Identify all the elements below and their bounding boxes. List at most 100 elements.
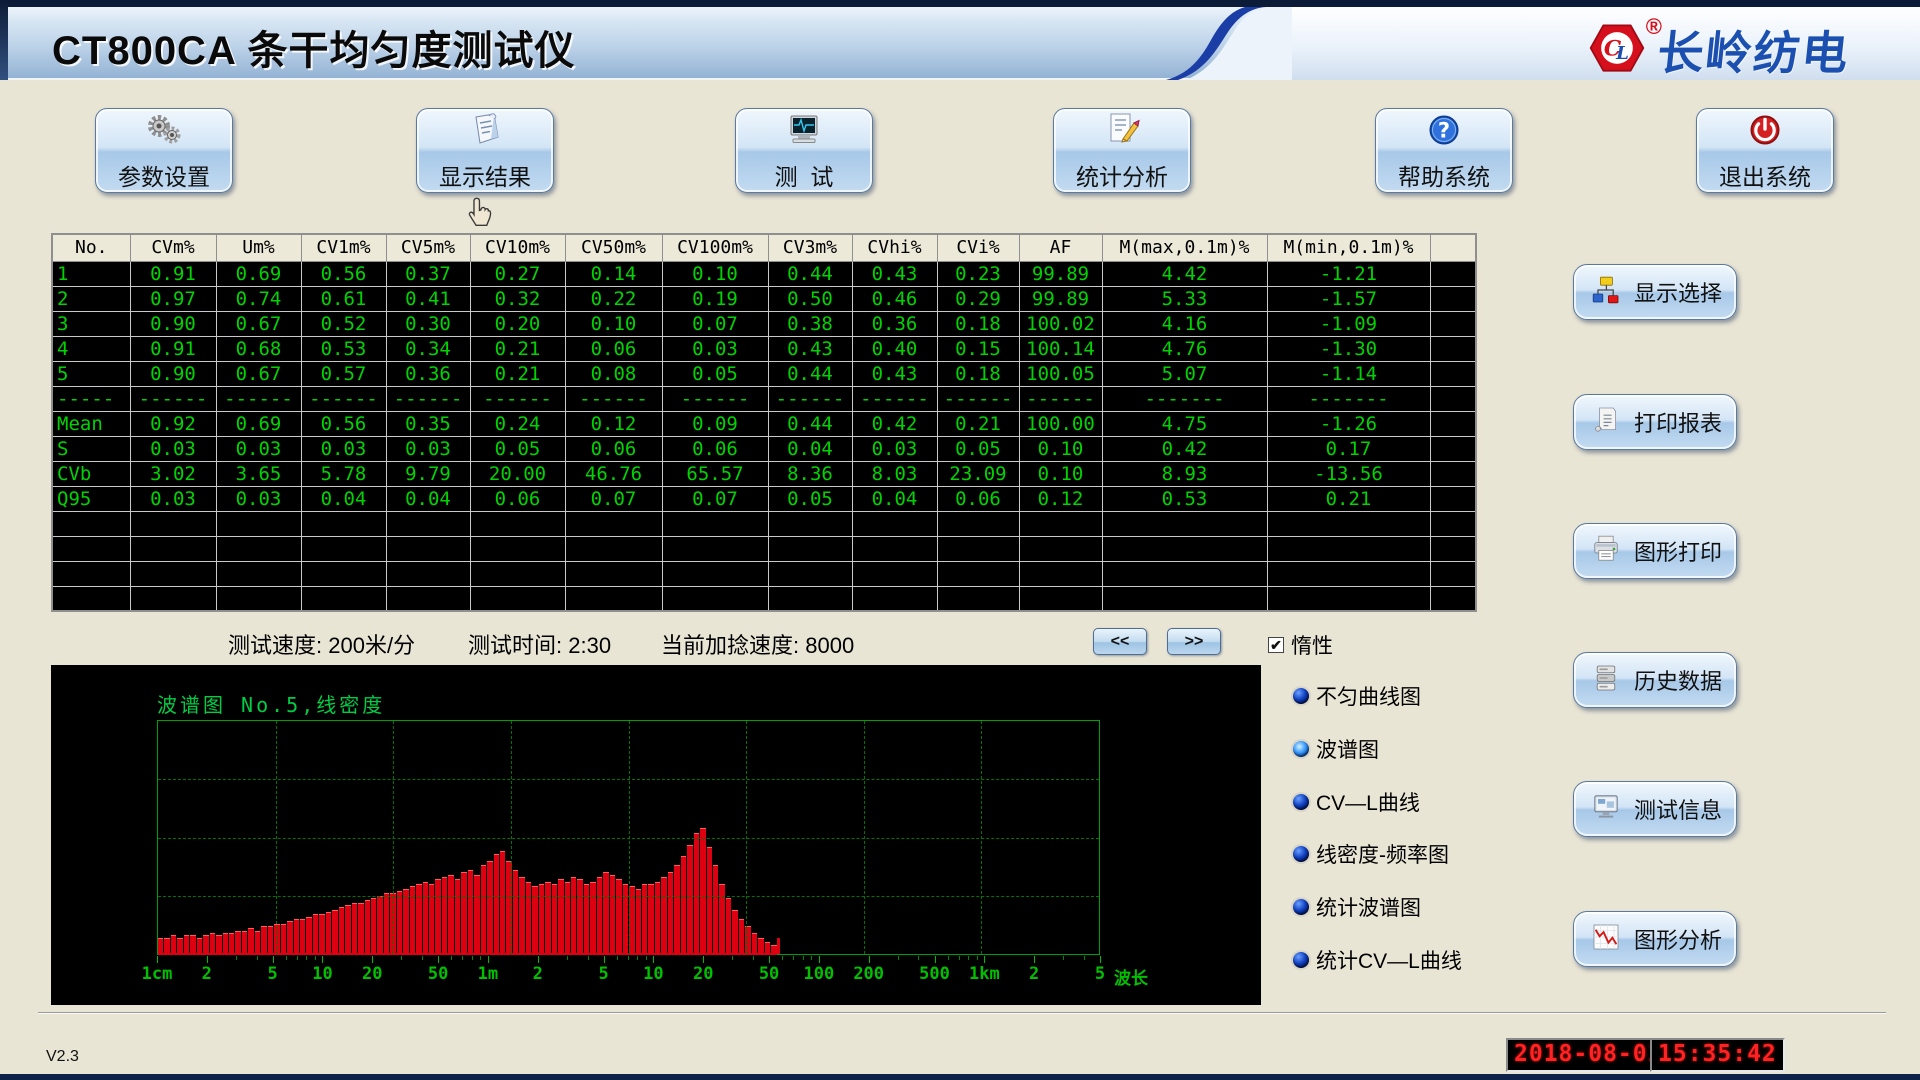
- side-button-test-info[interactable]: 测试信息: [1573, 781, 1737, 837]
- spectrum-bar: [642, 884, 647, 954]
- spectrum-bar: [494, 854, 499, 954]
- minor-tick: [977, 956, 978, 960]
- spectrum-bar: [435, 879, 440, 954]
- x-tick-label: 2: [533, 964, 543, 984]
- chart-option-unevenness-curve[interactable]: 不匀曲线图: [1293, 684, 1421, 708]
- side-button-graph-print[interactable]: 图形打印: [1573, 523, 1737, 579]
- spectrum-bar: [184, 935, 189, 954]
- table-cell: [852, 511, 937, 536]
- spectrum-bar: [261, 926, 266, 954]
- table-cell: 4.16: [1102, 311, 1267, 336]
- table-cell: [216, 511, 301, 536]
- table-cell: 0.40: [852, 336, 937, 361]
- spectrum-bar: [455, 879, 460, 954]
- table-cell: [386, 511, 470, 536]
- spectrum-bar: [648, 884, 653, 954]
- led-time-display: 15:35:42: [1650, 1038, 1785, 1072]
- major-tick: [438, 956, 439, 963]
- table-cell: 0.67: [216, 311, 301, 336]
- minor-tick: [617, 956, 618, 960]
- table-cell: 0.68: [216, 336, 301, 361]
- table-cell: [1430, 461, 1476, 486]
- chart-option-density-frequency[interactable]: 线密度-频率图: [1293, 842, 1449, 866]
- table-cell: 0.07: [662, 311, 768, 336]
- spectrum-bar: [384, 893, 389, 954]
- table-cell: 0.38: [768, 311, 852, 336]
- spectrum-bar: [500, 851, 505, 954]
- swoosh-decoration: [1148, 7, 1298, 85]
- table-cell: 46.76: [565, 461, 662, 486]
- chart-option-cv-l-curve[interactable]: CV—L曲线: [1293, 790, 1420, 814]
- chart-option-stat-cv-l-curve[interactable]: 统计CV—L曲线: [1293, 948, 1462, 972]
- toolbar-button-test[interactable]: 测 试: [735, 108, 873, 193]
- side-button-display-select[interactable]: 显示选择: [1573, 264, 1737, 320]
- table-cell: 0.69: [216, 411, 301, 436]
- inertia-label: 惰性: [1291, 630, 1333, 660]
- spectrum-bar: [739, 919, 744, 954]
- spectrum-bar: [636, 889, 641, 954]
- table-cell: 4.75: [1102, 411, 1267, 436]
- spectrum-bar: [448, 875, 453, 954]
- table-cell: [1019, 586, 1102, 611]
- toolbar-button-label: 统计分析: [1076, 158, 1168, 192]
- table-cell: 0.05: [470, 436, 565, 461]
- radio-icon: [1293, 899, 1309, 915]
- toolbar-button-exit[interactable]: 退出系统: [1696, 108, 1834, 193]
- next-page-button[interactable]: >>: [1167, 628, 1221, 655]
- spectrum-bar: [326, 912, 331, 954]
- table-cell: Mean: [52, 411, 130, 436]
- chart-option-spectrogram[interactable]: 波谱图: [1293, 737, 1379, 761]
- x-tick-label: 500: [919, 964, 950, 984]
- table-cell: 0.92: [130, 411, 216, 436]
- major-tick: [1100, 956, 1101, 963]
- table-row-test[interactable]: 20.970.740.610.410.320.220.190.500.460.2…: [52, 286, 1476, 311]
- spectrum-bar: [726, 898, 731, 954]
- table-cell: 0.12: [565, 411, 662, 436]
- minor-tick: [782, 956, 783, 960]
- table-cell: ------: [130, 386, 216, 411]
- side-button-print-report[interactable]: 打印报表: [1573, 394, 1737, 450]
- x-tick-label: 2: [1029, 964, 1039, 984]
- column-header: AF: [1019, 234, 1102, 261]
- table-row-test[interactable]: 30.900.670.520.300.200.100.070.380.360.1…: [52, 311, 1476, 336]
- toolbar-button-params[interactable]: 参数设置: [95, 108, 233, 193]
- spectrum-bar: [597, 877, 602, 954]
- toolbar-button-label: 测 试: [775, 158, 834, 192]
- table-cell: 0.17: [1267, 436, 1430, 461]
- table-cell: [768, 536, 852, 561]
- table-cell: [662, 561, 768, 586]
- table-cell: -1.26: [1267, 411, 1430, 436]
- side-button-history-data[interactable]: 历史数据: [1573, 652, 1737, 708]
- table-cell: [52, 511, 130, 536]
- prev-page-button[interactable]: <<: [1093, 628, 1147, 655]
- table-row-test[interactable]: 50.900.670.570.360.210.080.050.440.430.1…: [52, 361, 1476, 386]
- table-row-test[interactable]: 10.910.690.560.370.270.140.100.440.430.2…: [52, 261, 1476, 286]
- chart-option-stat-spectrogram[interactable]: 统计波谱图: [1293, 895, 1421, 919]
- table-row-test[interactable]: 40.910.680.530.340.210.060.030.430.400.1…: [52, 336, 1476, 361]
- spectrum-bar: [732, 910, 737, 954]
- toolbar-button-help[interactable]: ?帮助系统: [1375, 108, 1513, 193]
- side-button-label: 测试信息: [1634, 793, 1722, 825]
- table-cell: 0.37: [386, 261, 470, 286]
- table-cell: 0.06: [662, 436, 768, 461]
- toolbar-button-results[interactable]: 显示结果: [416, 108, 554, 193]
- spectrum-bar: [235, 931, 240, 954]
- side-button-graph-analysis[interactable]: 图形分析: [1573, 911, 1737, 967]
- table-cell: 3: [52, 311, 130, 336]
- table-cell: [937, 561, 1019, 586]
- spectrum-bar: [171, 935, 176, 954]
- table-cell: ------: [1019, 386, 1102, 411]
- table-cell: [1102, 536, 1267, 561]
- table-cell: 8.93: [1102, 461, 1267, 486]
- minor-tick: [948, 956, 949, 960]
- table-cell: [216, 536, 301, 561]
- table-cell: Q95: [52, 486, 130, 511]
- spectrum-bar: [661, 877, 666, 954]
- inertia-checkbox[interactable]: ✔: [1268, 637, 1284, 653]
- toolbar-button-stats[interactable]: 统计分析: [1053, 108, 1191, 193]
- major-tick: [769, 956, 770, 963]
- minor-tick: [1084, 956, 1085, 960]
- minor-tick: [451, 956, 452, 960]
- chart-option-label: 统计波谱图: [1316, 892, 1421, 922]
- brand-name: 长岭纺电: [1655, 17, 1854, 83]
